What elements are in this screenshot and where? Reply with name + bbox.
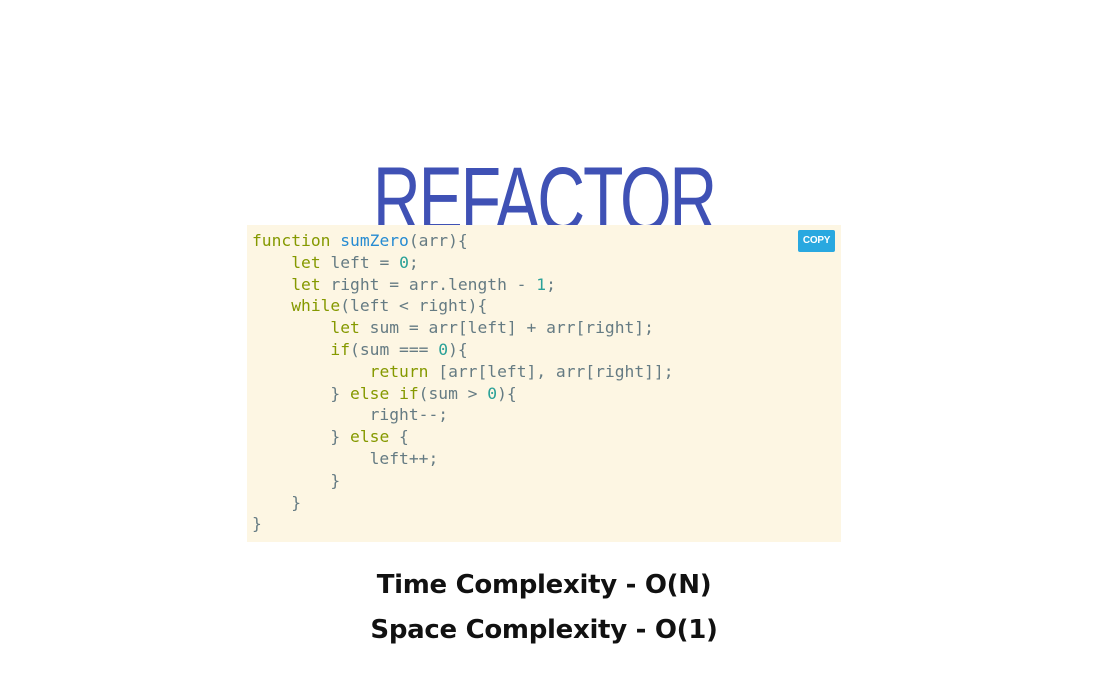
code-token-fn: sumZero — [340, 231, 409, 250]
code-token-num: 0 — [438, 339, 449, 359]
code-token: } — [252, 514, 262, 534]
code-line: } — [252, 492, 674, 514]
code-token: (left < right){ — [340, 296, 488, 316]
code-token: left++; — [252, 448, 439, 468]
code-token-kw: if — [399, 383, 419, 403]
code-line: let right = arr.length - 1; — [252, 274, 674, 296]
code-line: let sum = arr[left] + arr[right]; — [252, 317, 674, 339]
code-line: while(left < right){ — [252, 295, 674, 317]
code-line: } else { — [252, 426, 674, 448]
code-line: right--; — [252, 404, 674, 426]
code-line: function sumZero(arr){ — [252, 230, 674, 252]
code-token: (sum > — [418, 383, 488, 403]
code-token: } — [252, 492, 302, 512]
code-token: ; — [408, 252, 419, 272]
code-token: (arr){ — [408, 231, 468, 250]
code-token-num: 0 — [399, 252, 409, 272]
code-token-kw: function — [252, 231, 331, 250]
code-line: } — [252, 470, 674, 492]
code-line: } — [252, 513, 674, 535]
code-token: } — [252, 470, 341, 490]
time-complexity-text: Time Complexity - O(N) — [376, 570, 712, 600]
code-token: { — [389, 427, 409, 447]
code-token: ){ — [497, 383, 517, 403]
code-block: function sumZero(arr){ let left = 0; let… — [247, 225, 841, 542]
code-token: right = arr.length - — [320, 274, 537, 294]
code-token-kw: return — [369, 361, 429, 381]
code-listing[interactable]: function sumZero(arr){ let left = 0; let… — [252, 230, 674, 535]
code-token-num: 0 — [487, 383, 498, 403]
code-token-kw: let — [330, 318, 360, 338]
code-token-kw: else — [350, 427, 390, 447]
code-token: [arr[left], arr[right]]; — [428, 361, 674, 381]
code-token: } — [252, 427, 351, 447]
code-token-kw: let — [291, 274, 321, 294]
code-token: right--; — [252, 405, 449, 425]
code-token-kw: while — [291, 296, 341, 316]
code-token: (sum === — [350, 339, 439, 359]
code-token: sum = arr[left] + arr[right]; — [359, 318, 654, 338]
code-token-kw: if — [330, 339, 351, 359]
code-line: return [arr[left], arr[right]]; — [252, 361, 674, 383]
code-token: ){ — [448, 339, 468, 359]
code-line: let left = 0; — [252, 252, 674, 274]
code-line: if(sum === 0){ — [252, 339, 674, 361]
space-complexity-text: Space Complexity - O(1) — [370, 615, 718, 645]
code-token: left = — [320, 252, 400, 272]
code-line: left++; — [252, 448, 674, 470]
code-token: ; — [546, 274, 556, 294]
code-token-num: 1 — [536, 274, 547, 294]
code-line: } else if(sum > 0){ — [252, 383, 674, 405]
code-token-kw: else — [350, 383, 390, 403]
copy-button[interactable]: COPY — [798, 230, 835, 252]
code-token-kw: let — [291, 252, 321, 272]
code-token: } — [252, 383, 351, 403]
